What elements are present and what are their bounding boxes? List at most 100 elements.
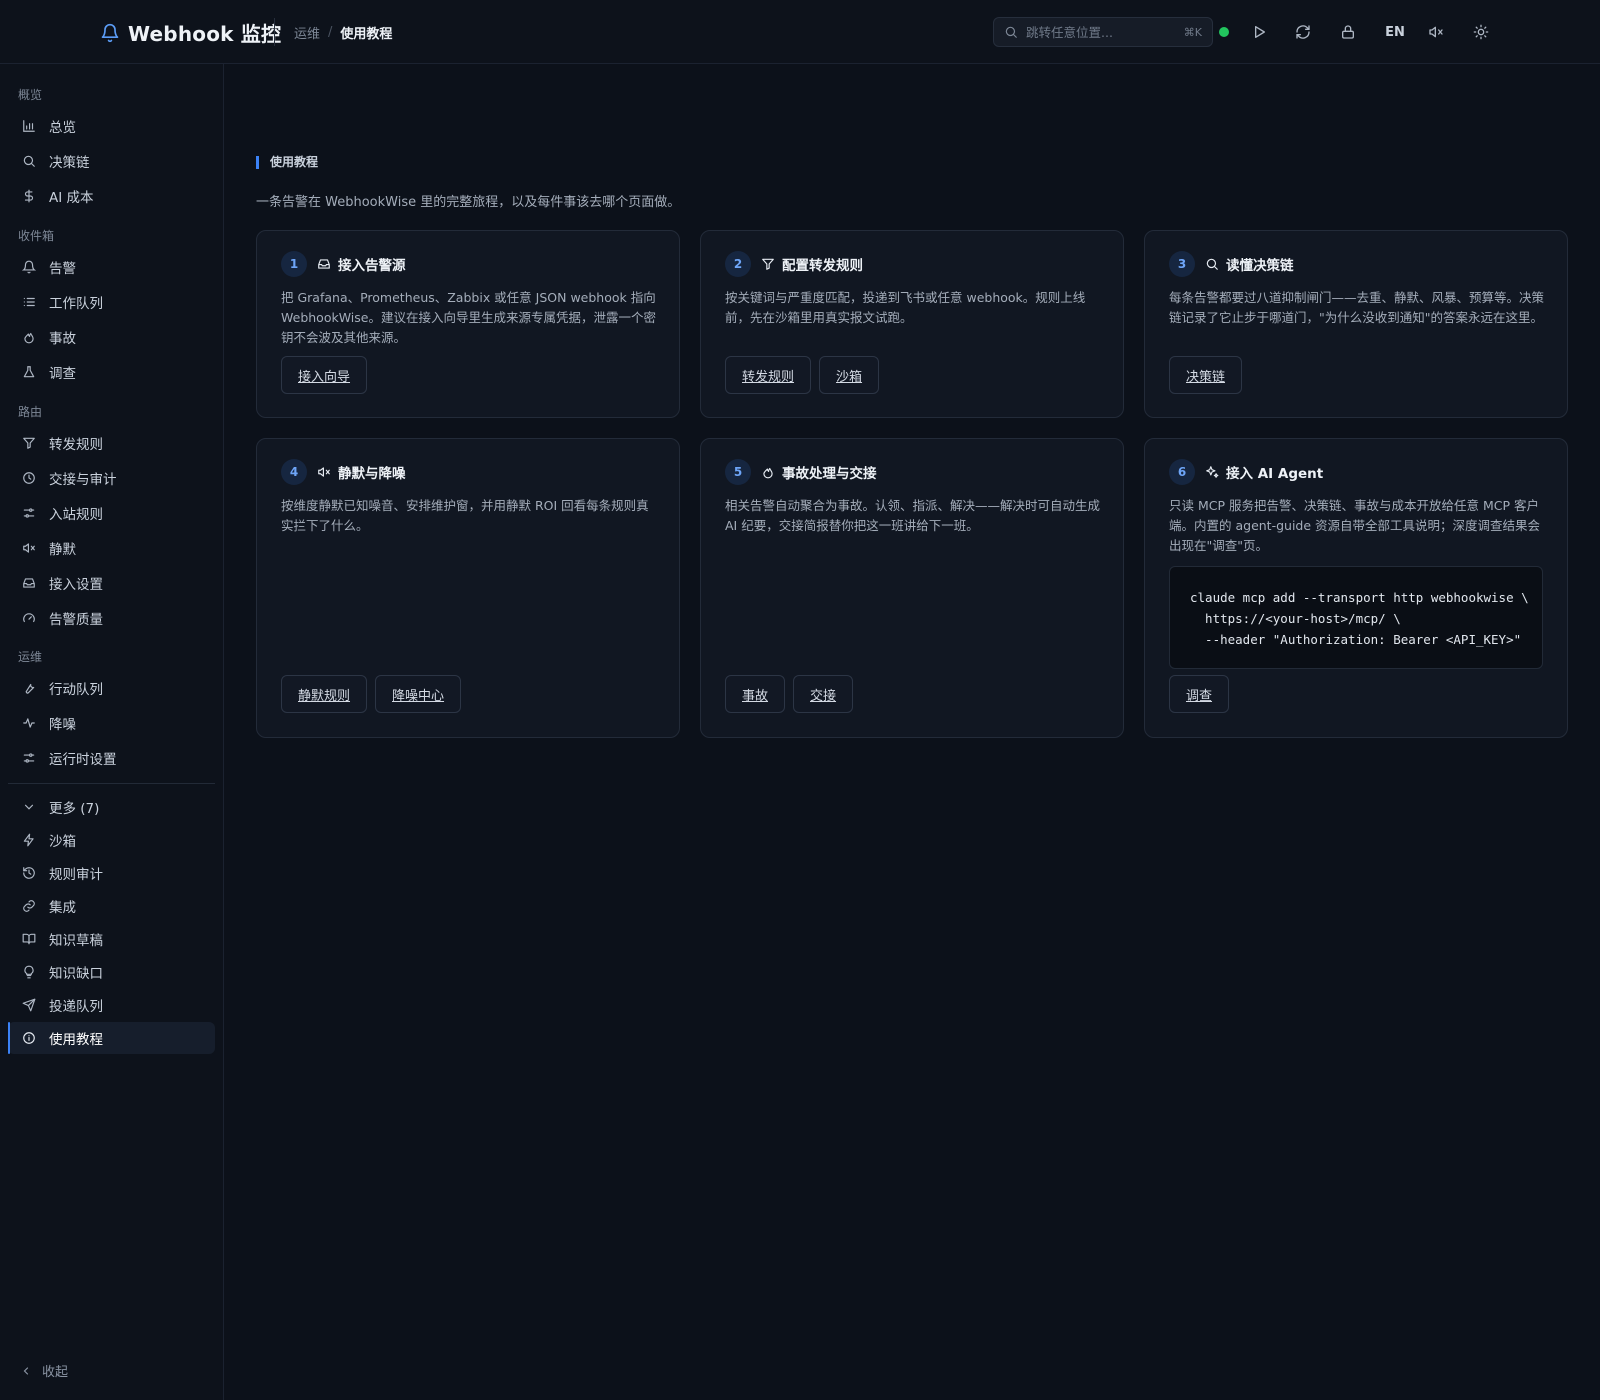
card-description: 按维度静默已知噪音、安排维护窗，并用静默 ROI 回看每条规则真实拦下了什么。 [281,498,649,533]
sidebar-item-decision-chain[interactable]: 决策链 [8,145,215,177]
top-header: Webhook 监控 运维 / 使用教程 ⌘K EN [0,0,1600,64]
handover-button[interactable]: 交接 [793,675,854,713]
chevron-down-icon [24,804,34,810]
history-icon [23,867,35,879]
breadcrumb-parent[interactable]: 运维 [294,23,320,42]
search-box[interactable]: ⌘K [993,17,1213,47]
sidebar-item-label: 使用教程 [49,1032,103,1048]
brand[interactable]: Webhook 监控 [100,18,281,47]
sidebar-divider [8,783,215,784]
sidebar-section-routing: 路由 [18,405,43,419]
silence-rules-button[interactable]: 静默规则 [281,675,368,713]
decision-chain-button[interactable]: 决策链 [1169,356,1243,394]
sidebar-item-overview[interactable]: 总览 [8,110,215,142]
sidebar-item-silence[interactable]: 静默 [8,532,215,564]
play-button[interactable] [1247,20,1271,44]
sidebar-item-handover-audit[interactable]: 交接与审计 [8,462,215,494]
forwarding-rules-button[interactable]: 转发规则 [725,356,812,394]
brand-title: Webhook 监控 [128,22,282,46]
tutorial-card-4: 4 静默与降噪 按维度静默已知噪音、安排维护窗，并用静默 ROI 回看每条规则真… [256,438,680,738]
list-icon [23,297,35,307]
sandbox-button[interactable]: 沙箱 [819,356,880,394]
breadcrumb-separator: / [328,25,333,40]
language-toggle[interactable]: EN [1380,20,1410,44]
card-description: 只读 MCP 服务把告警、决策链、事故与成本开放给任意 MCP 客户端。内置的 … [1169,498,1541,553]
sidebar-item-sandbox[interactable]: 沙箱 [8,824,215,856]
sidebar-item-label: 静默 [49,542,76,558]
sidebar-item-label: 知识草稿 [49,933,103,949]
lightbulb-icon [24,965,34,979]
sidebar-item-inbound-rules[interactable]: 入站规则 [8,497,215,529]
card-header: 4 静默与降噪 [281,459,406,485]
sidebar-item-forwarding-rules[interactable]: 转发规则 [8,427,215,459]
code-text: claude mcp add --transport http webhookw… [1190,590,1529,647]
investigation-button[interactable]: 调查 [1169,675,1230,713]
sidebar-item-knowledge-gaps[interactable]: 知识缺口 [8,956,215,988]
card-header: 3 读懂决策链 [1169,251,1294,277]
mcp-command-code-block[interactable]: claude mcp add --transport http webhookw… [1169,566,1543,669]
sliders-icon [23,753,35,763]
breadcrumb: 运维 / 使用教程 [294,23,392,42]
card-description: 相关告警自动聚合为事故。认领、指派、解决——解决时可自动生成 AI 纪要，交接简… [725,498,1101,533]
sun-icon [1473,24,1489,40]
card-actions: 事故 交接 [725,675,854,713]
flame-icon [24,332,34,344]
breadcrumb-current: 使用教程 [340,27,393,42]
refresh-button[interactable] [1291,20,1315,44]
step-number: 5 [725,459,751,485]
card-description: 把 Grafana、Prometheus、Zabbix 或任意 JSON web… [281,290,656,345]
card-header: 2 配置转发规则 [725,251,863,277]
sliders-icon [23,508,35,518]
lock-icon [1342,25,1354,39]
card-title: 事故处理与交接 [782,466,877,482]
sidebar-item-work-queue[interactable]: 工作队列 [8,286,215,318]
sidebar-item-label: 知识缺口 [49,966,103,982]
incidents-button[interactable]: 事故 [725,675,786,713]
zap-icon [23,833,34,847]
search-shortcut: ⌘K [1183,25,1202,39]
gauge-icon [23,613,35,623]
mute-icon [1429,26,1443,38]
sidebar-item-rule-audit[interactable]: 规则审计 [8,857,215,889]
mute-button[interactable] [1424,20,1448,44]
sidebar-item-knowledge-drafts[interactable]: 知识草稿 [8,923,215,955]
sidebar-item-label: AI 成本 [49,190,94,206]
sidebar-item-ingest-settings[interactable]: 接入设置 [8,567,215,599]
sidebar-item-delivery-queue[interactable]: 投递队列 [8,989,215,1021]
step-number: 1 [281,251,307,277]
card-title: 接入 AI Agent [1226,466,1324,482]
tutorial-card-5: 5 事故处理与交接 相关告警自动聚合为事故。认领、指派、解决——解决时可自动生成… [700,438,1124,738]
search-icon [1005,26,1017,38]
sidebar-item-investigation[interactable]: 调查 [8,356,215,388]
sidebar-item-label: 沙箱 [49,834,76,850]
noise-center-button[interactable]: 降噪中心 [375,675,462,713]
sidebar-item-integrations[interactable]: 集成 [8,890,215,922]
sidebar-item-action-queue[interactable]: 行动队列 [8,672,215,704]
filter-icon [23,437,35,449]
sidebar-section-overview: 概览 [18,88,43,102]
onboarding-wizard-button[interactable]: 接入向导 [281,356,368,394]
sidebar-item-label: 集成 [49,900,76,916]
sidebar-more-toggle[interactable]: 更多 (7) [8,791,215,823]
send-icon [22,998,36,1012]
bell-icon [101,23,119,42]
search-input[interactable] [1026,24,1176,40]
theme-toggle-button[interactable] [1469,20,1493,44]
sidebar-item-noise-reduction[interactable]: 降噪 [8,707,215,739]
info-icon [23,1032,35,1044]
header-divider [274,18,275,46]
lock-button[interactable] [1336,20,1360,44]
sidebar-item-runtime-settings[interactable]: 运行时设置 [8,742,215,774]
sidebar-item-label: 工作队列 [49,296,103,312]
sidebar-item-label: 告警质量 [49,612,103,628]
sidebar-item-incidents[interactable]: 事故 [8,321,215,353]
sidebar: 概览 总览 决策链 AI 成本 收件箱 告警 工作队列 事故 调查 路由 转发规… [0,64,224,1400]
sidebar-item-alert-quality[interactable]: 告警质量 [8,602,215,634]
sidebar-item-alerts[interactable]: 告警 [8,251,215,283]
sidebar-item-label: 调查 [49,366,76,382]
sidebar-collapse-button[interactable]: 收起 [20,1361,68,1380]
sidebar-item-tutorial[interactable]: 使用教程 [8,1022,215,1054]
link-icon [23,900,35,912]
sidebar-item-ai-cost[interactable]: AI 成本 [8,180,215,212]
activity-icon [23,718,35,728]
